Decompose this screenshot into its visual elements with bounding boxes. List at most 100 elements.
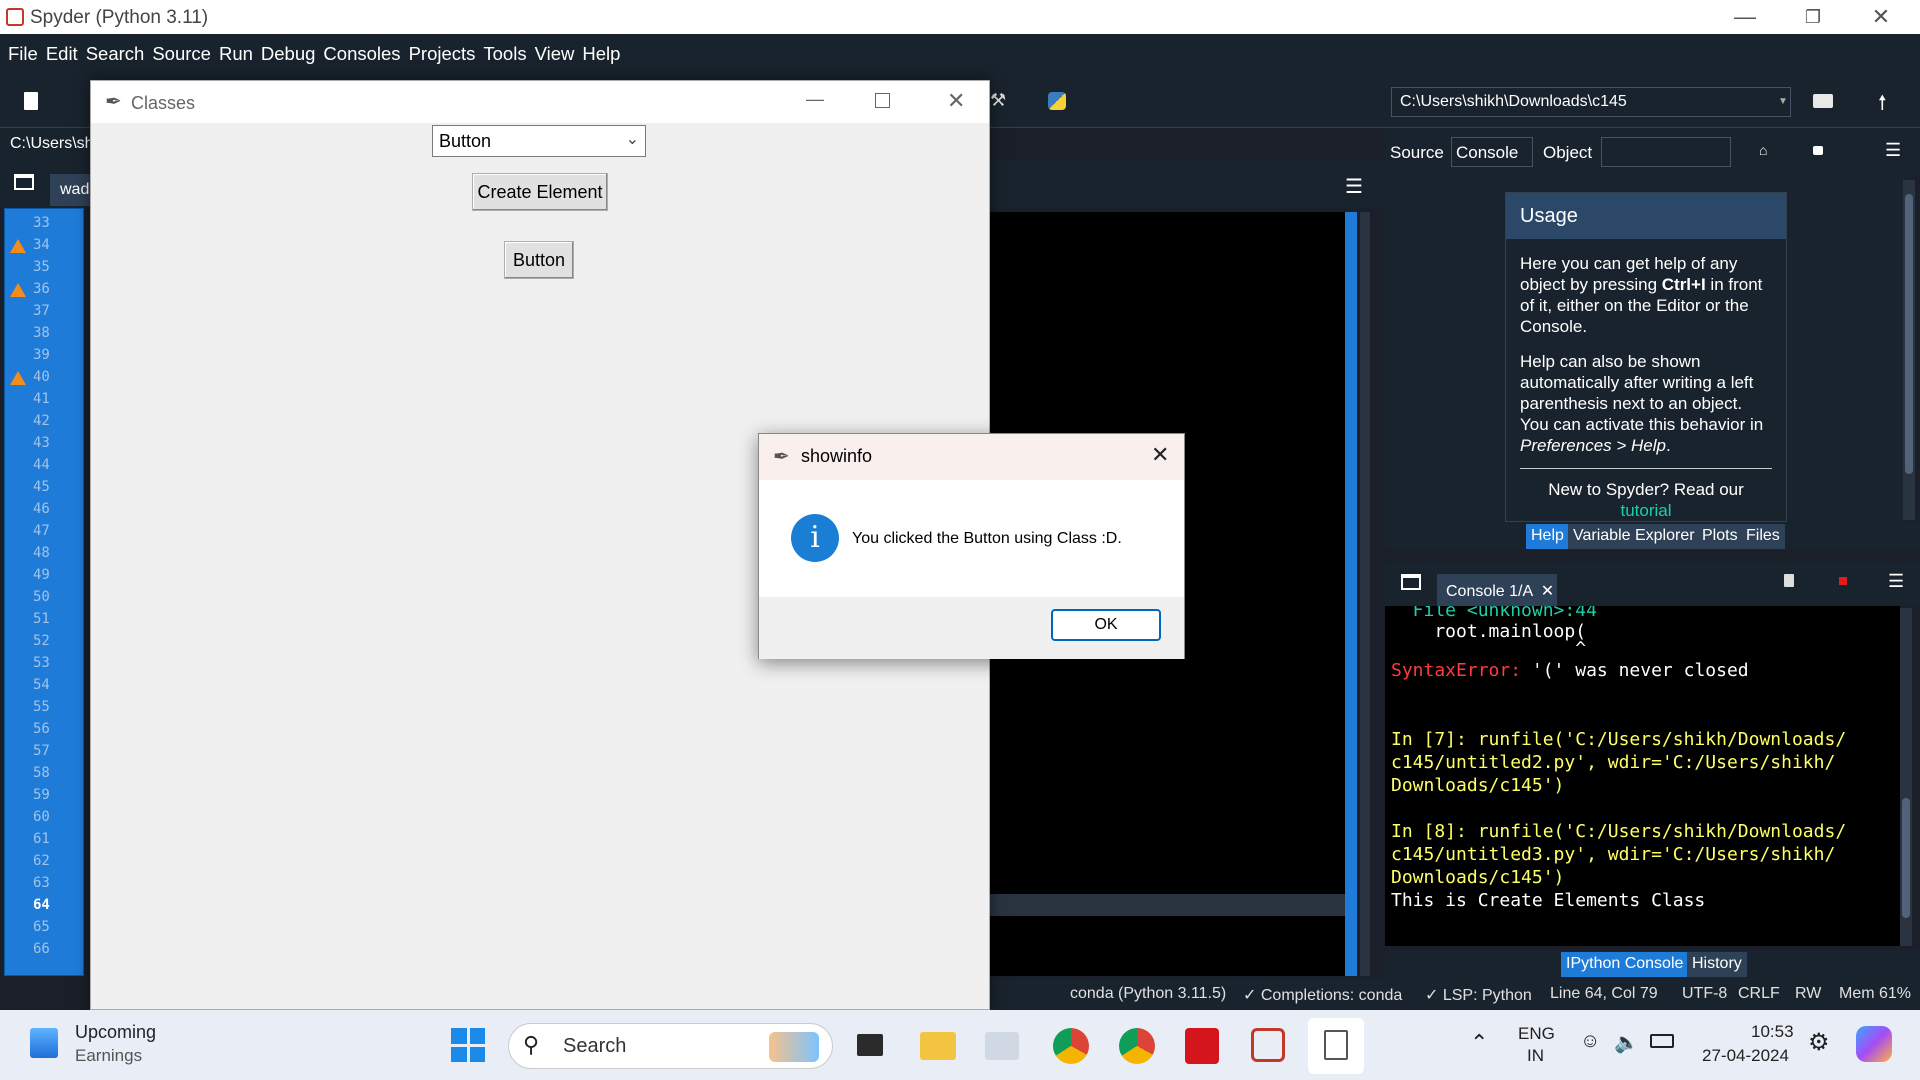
language-line-2[interactable]: IN: [1527, 1046, 1544, 1066]
menu-edit[interactable]: Edit: [42, 43, 82, 65]
line-number: 50: [33, 589, 50, 605]
console-scrollbar[interactable]: [1900, 608, 1912, 946]
widget-line-2[interactable]: Earnings: [75, 1046, 142, 1066]
editor-vertical-scrollbar[interactable]: [1360, 212, 1370, 976]
volume-icon[interactable]: 🔈: [1614, 1030, 1639, 1055]
tab-help[interactable]: Help: [1526, 524, 1569, 549]
created-button[interactable]: Button: [504, 241, 574, 279]
clock-time[interactable]: 10:53: [1751, 1022, 1794, 1042]
help-home-icon[interactable]: ⌂: [1759, 142, 1767, 158]
widget-line-1[interactable]: Upcoming: [75, 1022, 156, 1043]
restore-button[interactable]: ❐: [1778, 0, 1848, 34]
menu-consoles[interactable]: Consoles: [319, 43, 404, 65]
dialog-close-button[interactable]: ✕: [1151, 442, 1169, 468]
taskbar-search-box[interactable]: ⚲ Search: [508, 1023, 833, 1069]
windows-start-icon[interactable]: [451, 1028, 485, 1062]
classes-maximize-button[interactable]: [875, 93, 890, 108]
help-scrollbar-thumb[interactable]: [1905, 194, 1913, 474]
console-line: In [8]: runfile('C:/Users/shikh/Download…: [1391, 821, 1847, 842]
warning-icon[interactable]: [10, 239, 26, 253]
line-number: 45: [33, 479, 50, 495]
menu-bar: File Edit Search Source Run Debug Consol…: [0, 34, 1920, 74]
editor-outline-scrollbar[interactable]: [1345, 212, 1357, 976]
object-select[interactable]: [1601, 137, 1731, 167]
show-hidden-icons-chevron-icon[interactable]: ⌃: [1470, 1030, 1488, 1056]
ipython-console-output[interactable]: File <unknown>:44 root.mainloop( ^ Synta…: [1385, 606, 1900, 946]
line-number: 37: [33, 303, 50, 319]
folder-open-icon[interactable]: [1813, 94, 1833, 108]
chrome-icon[interactable]: [1053, 1028, 1089, 1064]
tutorial-link[interactable]: tutorial: [1520, 500, 1772, 521]
tab-files[interactable]: Files: [1741, 524, 1785, 549]
menu-projects[interactable]: Projects: [405, 43, 480, 65]
clock-date[interactable]: 27-04-2024: [1702, 1046, 1789, 1066]
menu-tools[interactable]: Tools: [479, 43, 530, 65]
menu-search[interactable]: Search: [82, 43, 149, 65]
spyder-taskbar-icon[interactable]: [1251, 1028, 1285, 1062]
ok-button[interactable]: OK: [1051, 609, 1161, 641]
directory-dropdown-arrow-icon[interactable]: ▼: [1778, 96, 1788, 107]
copilot-icon[interactable]: [1856, 1026, 1892, 1062]
settings-gear-icon[interactable]: ⚙: [1808, 1028, 1830, 1057]
line-number: 47: [33, 523, 50, 539]
wifi-icon[interactable]: ☺: [1580, 1030, 1600, 1053]
new-file-icon[interactable]: [24, 92, 38, 110]
console-scrollbar-thumb[interactable]: [1902, 798, 1910, 918]
object-label: Object: [1543, 143, 1593, 162]
create-element-button[interactable]: Create Element: [472, 173, 608, 211]
working-directory-field[interactable]: C:\Users\shikh\Downloads\c145: [1391, 87, 1791, 117]
element-type-select[interactable]: Button ⌄: [432, 125, 646, 157]
language-line-1[interactable]: ENG: [1518, 1024, 1555, 1044]
search-placeholder: Search: [563, 1035, 627, 1057]
help-lock-icon[interactable]: [1813, 146, 1823, 155]
start-tile: [451, 1028, 467, 1044]
tab-variable-explorer[interactable]: Variable Explorer: [1568, 524, 1700, 549]
menu-run[interactable]: Run: [215, 43, 257, 65]
earnings-widget-icon[interactable]: [30, 1028, 58, 1058]
file-explorer-icon[interactable]: [920, 1032, 956, 1060]
menu-view[interactable]: View: [531, 43, 579, 65]
line-number: 51: [33, 611, 50, 627]
console-tab-close-icon[interactable]: ✕: [1541, 583, 1554, 600]
help-scrollbar[interactable]: [1903, 180, 1915, 520]
parent-directory-icon[interactable]: 🠕: [1878, 88, 1887, 122]
browse-tabs-icon[interactable]: [14, 174, 34, 190]
editor-tab[interactable]: wad: [50, 174, 94, 206]
task-view-icon[interactable]: [857, 1034, 883, 1056]
warning-icon[interactable]: [10, 371, 26, 385]
tab-history[interactable]: History: [1687, 952, 1747, 977]
line-number: 49: [33, 567, 50, 583]
classes-minimize-button[interactable]: —: [806, 89, 824, 110]
status-mode: RW: [1795, 985, 1822, 1002]
classes-title-bar: ✒ Classes — ✕: [91, 81, 989, 123]
feather-icon: ✒: [105, 91, 122, 113]
chrome-profile-icon[interactable]: [1119, 1028, 1155, 1064]
menu-help[interactable]: Help: [578, 43, 624, 65]
close-button[interactable]: ✕: [1846, 0, 1916, 34]
console-options-menu-icon[interactable]: ☰: [1888, 571, 1904, 592]
tab-ipython-console[interactable]: IPython Console: [1561, 952, 1689, 977]
settings-wrench-icon[interactable]: ⚒: [990, 90, 1006, 111]
browse-console-tabs-icon[interactable]: [1401, 574, 1421, 590]
editor-options-menu-icon[interactable]: ☰: [1345, 174, 1363, 199]
warning-icon[interactable]: [10, 283, 26, 297]
console-stop-icon[interactable]: [1839, 577, 1847, 585]
menu-source[interactable]: Source: [148, 43, 215, 65]
acrobat-icon[interactable]: [1185, 1028, 1219, 1064]
start-tile: [469, 1028, 485, 1044]
minimize-button[interactable]: —: [1710, 0, 1780, 34]
menu-debug[interactable]: Debug: [257, 43, 320, 65]
console-line: ^: [1391, 638, 1587, 659]
menu-file[interactable]: File: [4, 43, 42, 65]
classes-close-button[interactable]: ✕: [947, 88, 965, 114]
python-path-icon[interactable]: [1048, 92, 1066, 110]
console-clear-icon[interactable]: [1784, 574, 1794, 587]
tab-plots[interactable]: Plots: [1697, 524, 1743, 549]
console-tab[interactable]: Console 1/A ✕: [1437, 574, 1557, 606]
help-options-menu-icon[interactable]: ☰: [1885, 140, 1901, 161]
app-icon[interactable]: [985, 1032, 1019, 1060]
notepad-icon[interactable]: [1308, 1018, 1364, 1074]
battery-icon[interactable]: [1650, 1034, 1674, 1048]
source-select[interactable]: Console: [1451, 137, 1533, 167]
line-number: 46: [33, 501, 50, 517]
